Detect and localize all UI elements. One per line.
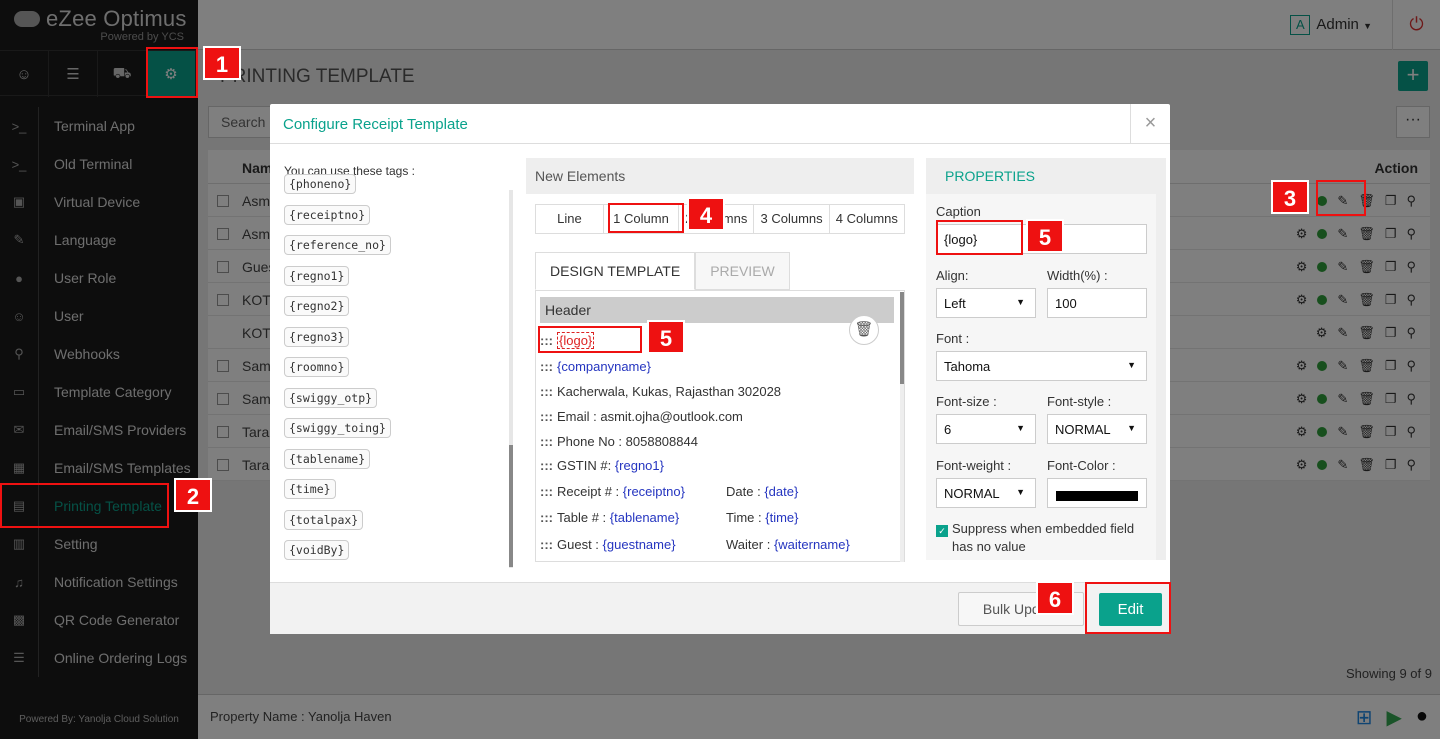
fontsize-label: Font-size : xyxy=(936,394,997,409)
design-line-gstin[interactable]: ::: GSTIN #: {regno1} xyxy=(540,458,664,473)
tags-panel: You can use these tags : {phoneno} {recei… xyxy=(284,164,512,564)
configure-receipt-modal: Configure Receipt Template × You can use… xyxy=(270,104,1170,634)
fontstyle-select[interactable]: NORMAL ▼ xyxy=(1047,414,1147,444)
callout-box-3 xyxy=(1316,180,1366,216)
width-input[interactable]: 100 xyxy=(1047,288,1147,318)
tag-chip[interactable]: {voidBy} xyxy=(284,540,350,560)
tab-design-template[interactable]: DESIGN TEMPLATE xyxy=(535,252,696,290)
design-tabs: DESIGN TEMPLATE PREVIEW xyxy=(535,252,790,290)
properties-title: PROPERTIES xyxy=(926,158,1166,194)
suppress-checkbox[interactable]: ✓ xyxy=(936,525,948,537)
design-line-receipt[interactable]: ::: Receipt # : {receiptno} Date : {date} xyxy=(540,484,900,499)
callout-box-4 xyxy=(608,203,684,233)
modal-footer: Bulk Update Edit xyxy=(270,582,1170,634)
fontweight-select[interactable]: NORMAL ▼ xyxy=(936,478,1036,508)
design-line-table[interactable]: ::: Table # : {tablename} Time : {time} xyxy=(540,510,900,525)
callout-box-5b xyxy=(538,326,642,353)
design-line-phone[interactable]: ::: Phone No : 8058808844 xyxy=(540,434,698,449)
tag-chip[interactable]: {regno3} xyxy=(284,326,350,347)
callout-number-4: 4 xyxy=(687,197,725,231)
column-tab[interactable]: Line xyxy=(536,205,604,233)
tag-chip[interactable]: {reference_no} xyxy=(284,235,391,255)
callout-number-2: 2 xyxy=(174,478,212,512)
tag-chip[interactable]: {regno1} xyxy=(284,265,350,286)
suppress-label: Suppress when embedded field has no valu… xyxy=(952,521,1135,554)
new-elements-heading: New Elements xyxy=(526,158,914,194)
fontsize-select[interactable]: 6 ▼ xyxy=(936,414,1036,444)
callout-number-5a: 5 xyxy=(1026,219,1064,253)
font-select[interactable]: Tahoma ▼ xyxy=(936,351,1147,381)
tag-chip[interactable]: {regno2} xyxy=(284,296,350,316)
caret-down-icon: ▼ xyxy=(1016,487,1025,497)
caret-down-icon: ▼ xyxy=(1016,297,1025,307)
callout-number-5b: 5 xyxy=(647,320,685,354)
width-label: Width(%) : xyxy=(1047,268,1108,283)
callout-number-1: 1 xyxy=(203,46,241,80)
design-scrollbar[interactable] xyxy=(900,292,904,562)
fontcolor-label: Font-Color : xyxy=(1047,458,1116,473)
fontstyle-label: Font-style : xyxy=(1047,394,1112,409)
callout-box-1 xyxy=(146,47,198,98)
callout-number-6: 6 xyxy=(1036,581,1074,615)
design-line-address[interactable]: ::: Kacherwala, Kukas, Rajasthan 302028 xyxy=(540,384,781,399)
caret-down-icon: ▼ xyxy=(1127,423,1136,433)
tag-chip[interactable]: {swiggy_toing} xyxy=(284,418,391,438)
font-color-swatch xyxy=(1056,491,1138,501)
scroll-thumb[interactable] xyxy=(900,292,904,384)
tag-chip[interactable]: {receiptno} xyxy=(284,204,371,225)
column-tab[interactable]: 4 Columns xyxy=(830,205,904,233)
modal-header: Configure Receipt Template × xyxy=(270,104,1170,144)
tag-chip[interactable]: {phoneno} xyxy=(284,174,357,194)
caret-down-icon: ▼ xyxy=(1016,423,1025,433)
design-header: Header xyxy=(540,297,894,323)
caption-label: Caption xyxy=(936,204,981,219)
column-tab[interactable]: 3 Columns xyxy=(754,205,830,233)
tag-chip[interactable]: {tablename} xyxy=(284,448,371,469)
tag-chip[interactable]: {roomno} xyxy=(284,357,350,377)
fontcolor-picker[interactable] xyxy=(1047,478,1147,508)
align-label: Align: xyxy=(936,268,969,283)
fontweight-label: Font-weight : xyxy=(936,458,1012,473)
modal-title: Configure Receipt Template xyxy=(283,116,468,133)
align-select[interactable]: Left ▼ xyxy=(936,288,1036,318)
tag-chip[interactable]: {totalpax} xyxy=(284,509,364,530)
tag-chip[interactable]: {time} xyxy=(284,479,336,499)
tag-chip[interactable]: {swiggy_otp} xyxy=(284,387,378,408)
callout-box-5a xyxy=(936,220,1023,255)
callout-number-3: 3 xyxy=(1271,180,1309,214)
tab-preview[interactable]: PREVIEW xyxy=(695,252,790,290)
caret-down-icon: ▼ xyxy=(1127,360,1136,370)
design-line-email[interactable]: ::: Email : asmit.ojha@outlook.com xyxy=(540,409,743,424)
app-window: eZee Optimus Powered by YCS ☺ ☰ ⛟ ⚙ >_Te… xyxy=(0,0,1440,739)
font-label: Font : xyxy=(936,331,970,346)
trash-icon[interactable]: 🗑 xyxy=(849,315,879,345)
scroll-thumb[interactable] xyxy=(509,445,513,567)
callout-box-6 xyxy=(1085,582,1171,634)
design-line-guest[interactable]: ::: Guest : {guestname} Waiter : {waiterna… xyxy=(540,537,900,552)
tags-scrollbar[interactable] xyxy=(509,190,513,568)
close-icon[interactable]: × xyxy=(1130,104,1170,144)
callout-box-2 xyxy=(0,483,169,528)
design-line-company[interactable]: ::: {companyname} xyxy=(540,359,651,374)
